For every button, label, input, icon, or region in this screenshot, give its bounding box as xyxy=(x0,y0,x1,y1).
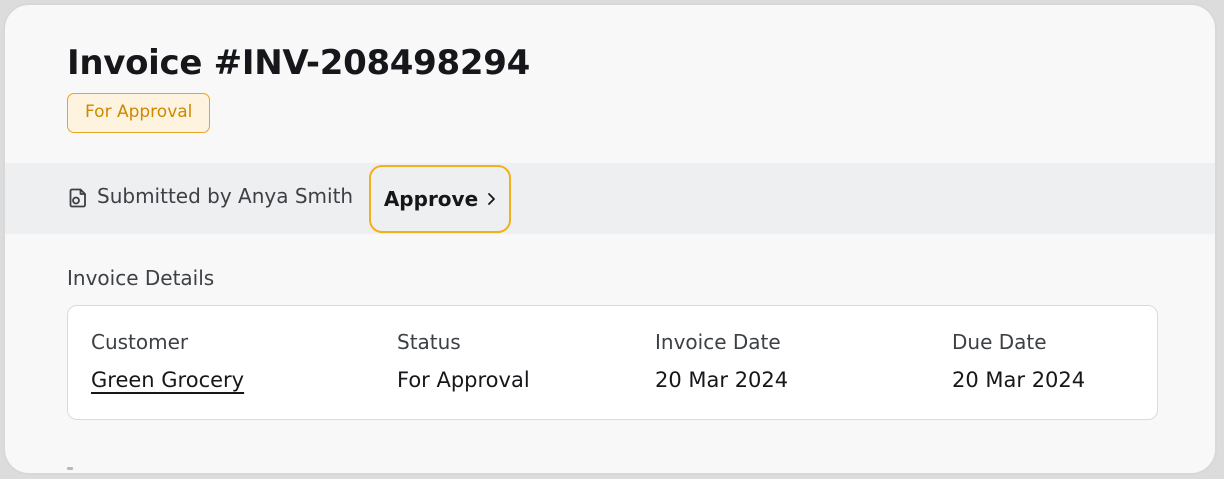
chevron-right-icon xyxy=(488,193,496,205)
invoice-date-value: 20 Mar 2024 xyxy=(655,368,789,392)
invoice-card: Invoice #INV-208498294 For Approval Subm… xyxy=(3,3,1217,475)
customer-field: Customer Green Grocery xyxy=(91,330,244,393)
submitted-by-text: Submitted by Anya Smith xyxy=(97,184,354,208)
submission-bar: Submitted by Anya Smith Approve xyxy=(5,163,1215,234)
due-date-value: 20 Mar 2024 xyxy=(952,368,1086,392)
status-field: Status For Approval xyxy=(397,330,530,393)
customer-link[interactable]: Green Grocery xyxy=(91,367,244,393)
invoice-date-label: Invoice Date xyxy=(655,330,781,354)
due-date-field: Due Date 20 Mar 2024 xyxy=(952,330,1085,393)
status-label: Status xyxy=(397,330,461,354)
invoice-details-heading: Invoice Details xyxy=(67,266,215,290)
invoice-details-panel: Customer Green Grocery Status For Approv… xyxy=(67,305,1158,420)
status-value: For Approval xyxy=(397,368,530,392)
document-icon xyxy=(69,188,86,208)
invoice-date-field: Invoice Date 20 Mar 2024 xyxy=(655,330,788,393)
clipped-content xyxy=(67,467,97,471)
approve-button-label: Approve xyxy=(383,187,479,211)
page-title: Invoice #INV-208498294 xyxy=(67,43,530,83)
customer-label: Customer xyxy=(91,330,189,354)
status-badge: For Approval xyxy=(67,93,211,133)
approve-button[interactable]: Approve xyxy=(369,165,511,233)
due-date-label: Due Date xyxy=(952,330,1047,354)
